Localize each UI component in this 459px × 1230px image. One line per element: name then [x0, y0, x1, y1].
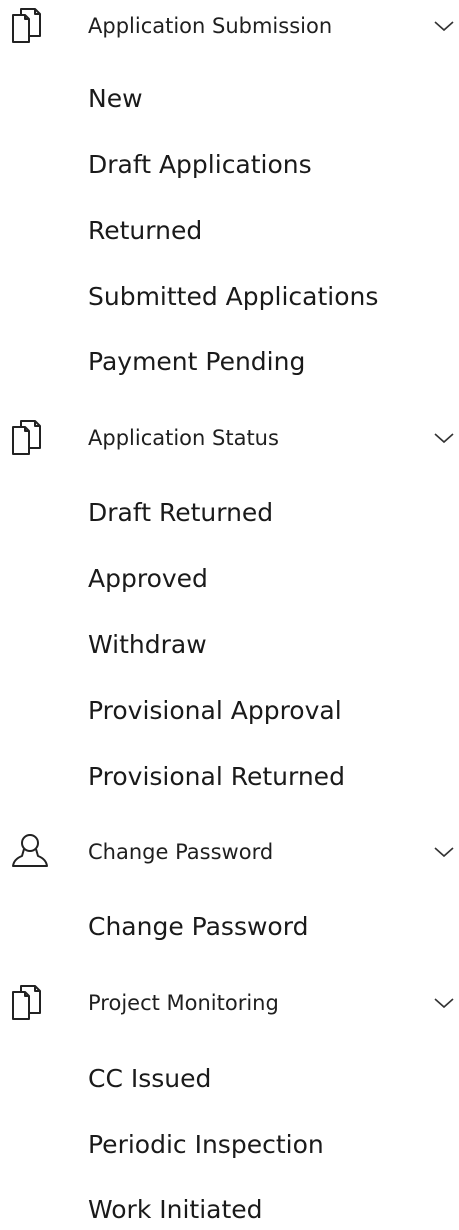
section-title: Project Monitoring — [88, 991, 279, 1015]
section-title: Change Password — [88, 840, 274, 864]
section-header-application-submission[interactable]: Application Submission — [0, 0, 459, 52]
section-header-change-password[interactable]: Change Password — [0, 826, 459, 878]
document-icon — [10, 983, 50, 1023]
menu-item-payment-pending[interactable]: Payment Pending — [88, 342, 305, 382]
chevron-down-icon[interactable] — [432, 991, 456, 1015]
section-header-project-monitoring[interactable]: Project Monitoring — [0, 977, 459, 1029]
section-title: Application Status — [88, 426, 279, 450]
menu-item-returned[interactable]: Returned — [88, 211, 202, 251]
document-icon — [10, 418, 50, 458]
chevron-down-icon[interactable] — [432, 426, 456, 450]
section-header-application-status[interactable]: Application Status — [0, 412, 459, 464]
menu-item-provisional-approval[interactable]: Provisional Approval — [88, 691, 342, 731]
side-menu: Application Submission New Draft Applica… — [0, 0, 459, 1225]
menu-item-work-initiated[interactable]: Work Initiated — [88, 1190, 263, 1230]
menu-item-draft-returned[interactable]: Draft Returned — [88, 493, 273, 533]
menu-item-provisional-returned[interactable]: Provisional Returned — [88, 757, 345, 797]
menu-item-cc-issued[interactable]: CC Issued — [88, 1059, 211, 1099]
section-title: Application Submission — [88, 14, 333, 38]
menu-item-withdraw[interactable]: Withdraw — [88, 625, 207, 665]
menu-item-approved[interactable]: Approved — [88, 559, 208, 599]
menu-item-submitted-applications[interactable]: Submitted Applications — [88, 277, 378, 317]
chevron-down-icon[interactable] — [432, 840, 456, 864]
chevron-down-icon[interactable] — [432, 14, 456, 38]
menu-item-draft-applications[interactable]: Draft Applications — [88, 145, 312, 185]
menu-item-periodic-inspection[interactable]: Periodic Inspection — [88, 1125, 324, 1165]
menu-item-new[interactable]: New — [88, 79, 143, 119]
menu-item-change-password[interactable]: Change Password — [88, 907, 308, 947]
user-icon — [10, 832, 50, 872]
document-icon — [10, 6, 50, 46]
